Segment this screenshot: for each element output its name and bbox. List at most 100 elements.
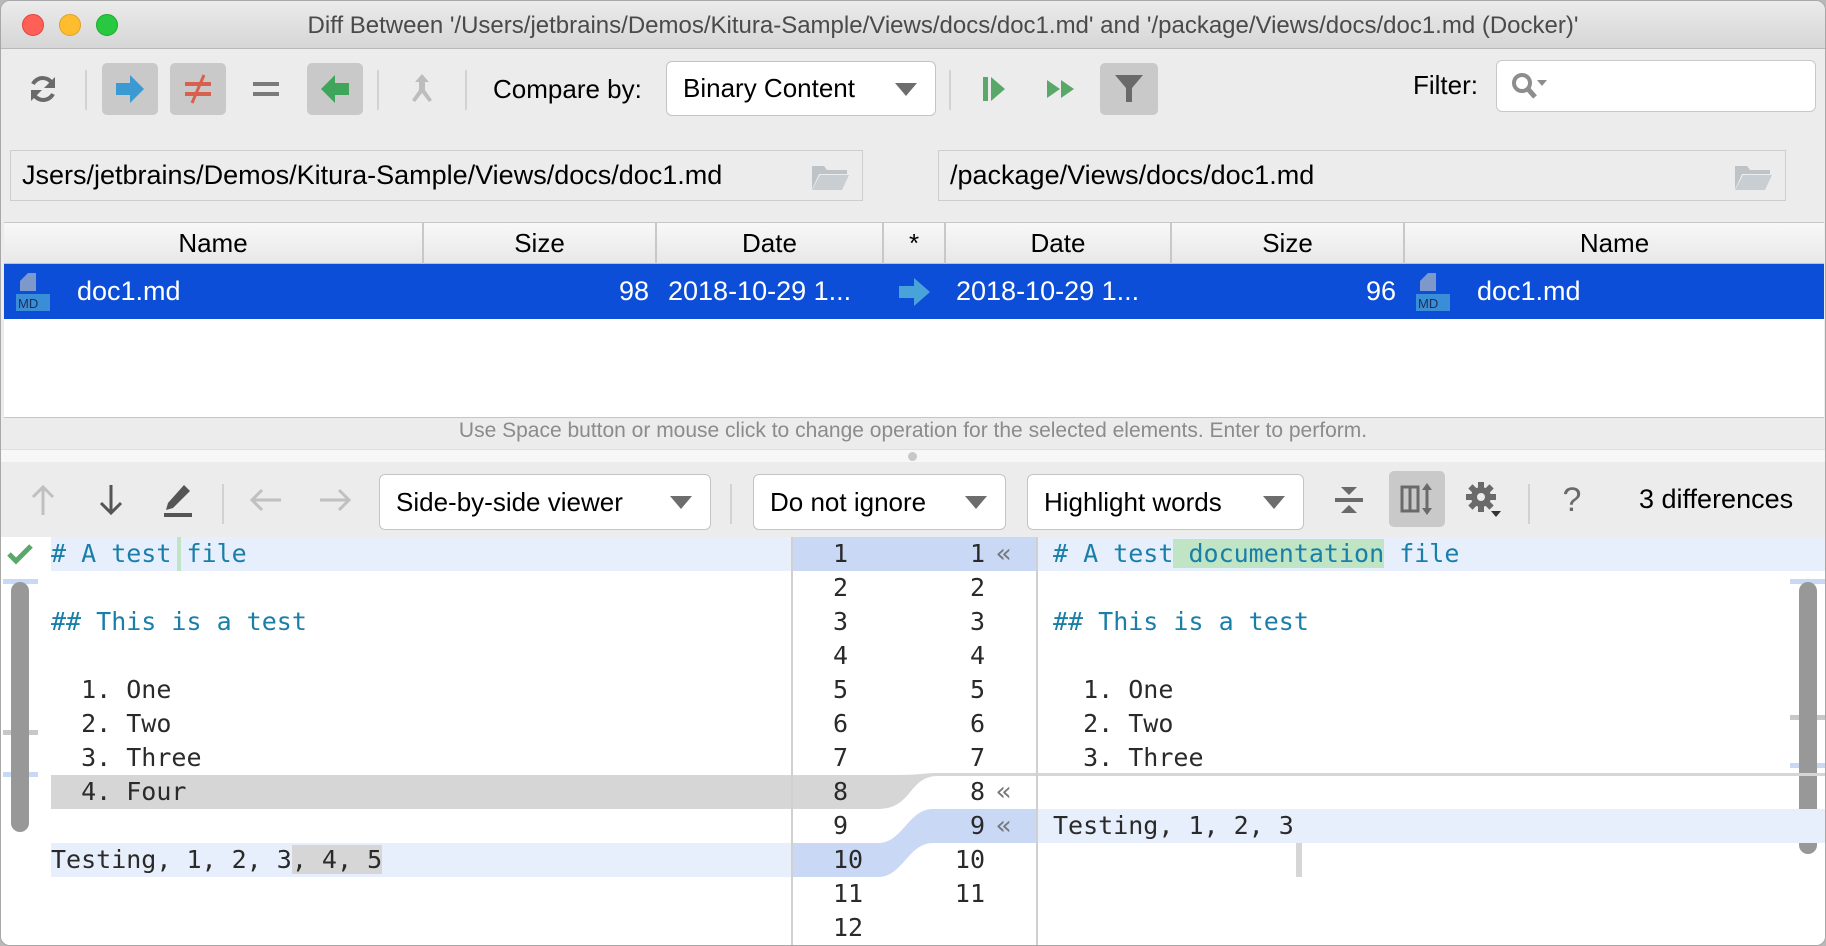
folder-icon[interactable]: [1733, 163, 1773, 191]
apply-left-chevron-icon[interactable]: «: [996, 537, 1012, 571]
ignore-whitespace-dropdown[interactable]: Do not ignore: [753, 474, 1006, 530]
right-line-number: 7: [969, 743, 985, 772]
highlight-value: Highlight words: [1044, 486, 1222, 517]
check-icon: [7, 544, 33, 565]
splitter-handle[interactable]: [908, 452, 917, 461]
left-line-number: 6: [833, 709, 849, 738]
synchronize-all-icon: [1047, 80, 1074, 98]
markdown-file-icon: MD: [16, 273, 50, 311]
table-row[interactable]: MD doc1.md 98 2018-10-29 1... 2018-10-29…: [4, 264, 1824, 319]
apply-left-chevron-icon[interactable]: «: [996, 809, 1012, 843]
previous-difference-button[interactable]: [23, 480, 63, 520]
comparison-table: Name Size Date * Date Size Name MD doc1.…: [4, 222, 1824, 418]
copy-right-button[interactable]: [102, 63, 158, 115]
right-file-size: 96: [1365, 276, 1396, 306]
search-icon: [1512, 73, 1547, 99]
column-header-right-date[interactable]: Date: [946, 223, 1172, 264]
left-code-line: [51, 809, 791, 843]
right-path-text: /package/Views/docs/doc1.md: [950, 160, 1315, 190]
arrow-left-icon: [321, 75, 349, 103]
right-code-line: 1. One: [1038, 673, 1825, 707]
merge-button[interactable]: [394, 63, 450, 115]
synchronize-all-button[interactable]: [1033, 63, 1089, 115]
diff-toolbar: Side-by-side viewer Do not ignore Highli…: [1, 462, 1825, 537]
chevron-down-icon: [1263, 496, 1285, 509]
window-title: Diff Between '/Users/jetbrains/Demos/Kit…: [307, 12, 1579, 39]
arrow-right-icon: [116, 75, 144, 103]
settings-button[interactable]: [1464, 480, 1504, 520]
previous-file-button[interactable]: [246, 480, 286, 520]
inserted-word: documentation: [1173, 539, 1385, 568]
refresh-button[interactable]: [15, 63, 71, 115]
column-header-operation[interactable]: *: [884, 223, 946, 264]
compare-by-dropdown[interactable]: Binary Content: [666, 61, 936, 116]
column-header-right-size[interactable]: Size: [1172, 223, 1405, 264]
right-code-line: [1038, 843, 1825, 877]
right-line-number: 2: [969, 573, 985, 602]
filter-icon: [1115, 75, 1143, 102]
column-header-left-size[interactable]: Size: [424, 223, 657, 264]
code-text: 1. One: [1053, 675, 1174, 704]
synchronize-scrolling-button[interactable]: [1389, 471, 1445, 527]
left-code-line: 3. Three: [51, 741, 791, 775]
next-file-button[interactable]: [315, 480, 355, 520]
column-header-right-name[interactable]: Name: [1405, 223, 1824, 264]
sync-scroll-icon: [1400, 483, 1432, 515]
right-editor[interactable]: # A test documentation file ## This is a …: [1038, 537, 1825, 945]
collapse-unchanged-button[interactable]: [1329, 480, 1369, 520]
left-editor[interactable]: # A test file ## This is a test 1. One 2.…: [1, 537, 791, 945]
left-path-text: Jsers/jetbrains/Demos/Kitura-Sample/View…: [22, 160, 723, 190]
edit-source-button[interactable]: [158, 480, 198, 520]
left-code-line: [51, 571, 791, 605]
code-text: 2. Two: [51, 709, 172, 738]
highlight-mode-dropdown[interactable]: Highlight words: [1027, 474, 1304, 530]
left-path-field[interactable]: Jsers/jetbrains/Demos/Kitura-Sample/View…: [10, 150, 863, 201]
deletion-marker: [1038, 773, 1825, 776]
column-header-left-name[interactable]: Name: [4, 223, 424, 264]
right-line-number: 8: [969, 777, 985, 806]
folder-icon[interactable]: [810, 163, 850, 191]
right-line-number: 6: [969, 709, 985, 738]
synchronize-selected-button[interactable]: [966, 63, 1022, 115]
show-equal-button[interactable]: [238, 63, 294, 115]
toolbar-separator: [377, 70, 379, 110]
viewer-mode-value: Side-by-side viewer: [396, 486, 623, 517]
right-code-line: 2. Two: [1038, 707, 1825, 741]
left-code-line: Testing, 1, 2, 3, 4, 5: [51, 843, 791, 877]
copy-right-operation-icon[interactable]: [898, 277, 932, 307]
right-code-line: [1038, 639, 1825, 673]
arrow-right-icon: [320, 488, 352, 512]
toolbar-separator: [465, 70, 467, 110]
filter-toggle-button[interactable]: [1100, 63, 1158, 115]
code-text: 4. Four: [51, 777, 187, 806]
show-different-button[interactable]: [170, 63, 226, 115]
left-file-name: doc1.md: [77, 276, 181, 306]
left-scrollbar-thumb[interactable]: [11, 582, 29, 832]
apply-left-chevron-icon[interactable]: «: [996, 775, 1012, 809]
right-line-number: 4: [969, 641, 985, 670]
line-number-gutter: 1 2 3 4 5 6 7 8 9 10 11 12 1 «2 3 4 5 6 7 8 «9 «10 11: [791, 537, 1038, 945]
column-header-left-date[interactable]: Date: [657, 223, 884, 264]
ignore-value: Do not ignore: [770, 486, 927, 517]
left-code-line: 2. Two: [51, 707, 791, 741]
copy-left-button[interactable]: [307, 63, 363, 115]
left-code-line: # A test file: [51, 537, 791, 571]
filter-input[interactable]: [1496, 60, 1816, 112]
modified-word-marker: [1296, 843, 1302, 877]
right-code-line: Testing, 1, 2, 3: [1038, 809, 1825, 843]
toolbar-separator: [85, 70, 87, 110]
compare-by-value: Binary Content: [683, 73, 855, 103]
title-bar: Diff Between '/Users/jetbrains/Demos/Kit…: [1, 1, 1825, 49]
code-text: Testing, 1, 2, 3: [51, 845, 292, 874]
left-line-number: 1: [833, 539, 849, 568]
synchronize-selected-icon: [983, 77, 1005, 101]
right-line-number: 9: [969, 811, 985, 840]
next-difference-button[interactable]: [91, 480, 131, 520]
right-path-field[interactable]: /package/Views/docs/doc1.md: [938, 150, 1786, 201]
panel-splitter[interactable]: [1, 449, 1825, 462]
filter-label: Filter:: [1413, 70, 1478, 100]
arrow-up-icon: [31, 484, 55, 515]
help-button[interactable]: ?: [1552, 480, 1592, 520]
viewer-mode-dropdown[interactable]: Side-by-side viewer: [379, 474, 711, 530]
toolbar-separator: [949, 70, 951, 110]
